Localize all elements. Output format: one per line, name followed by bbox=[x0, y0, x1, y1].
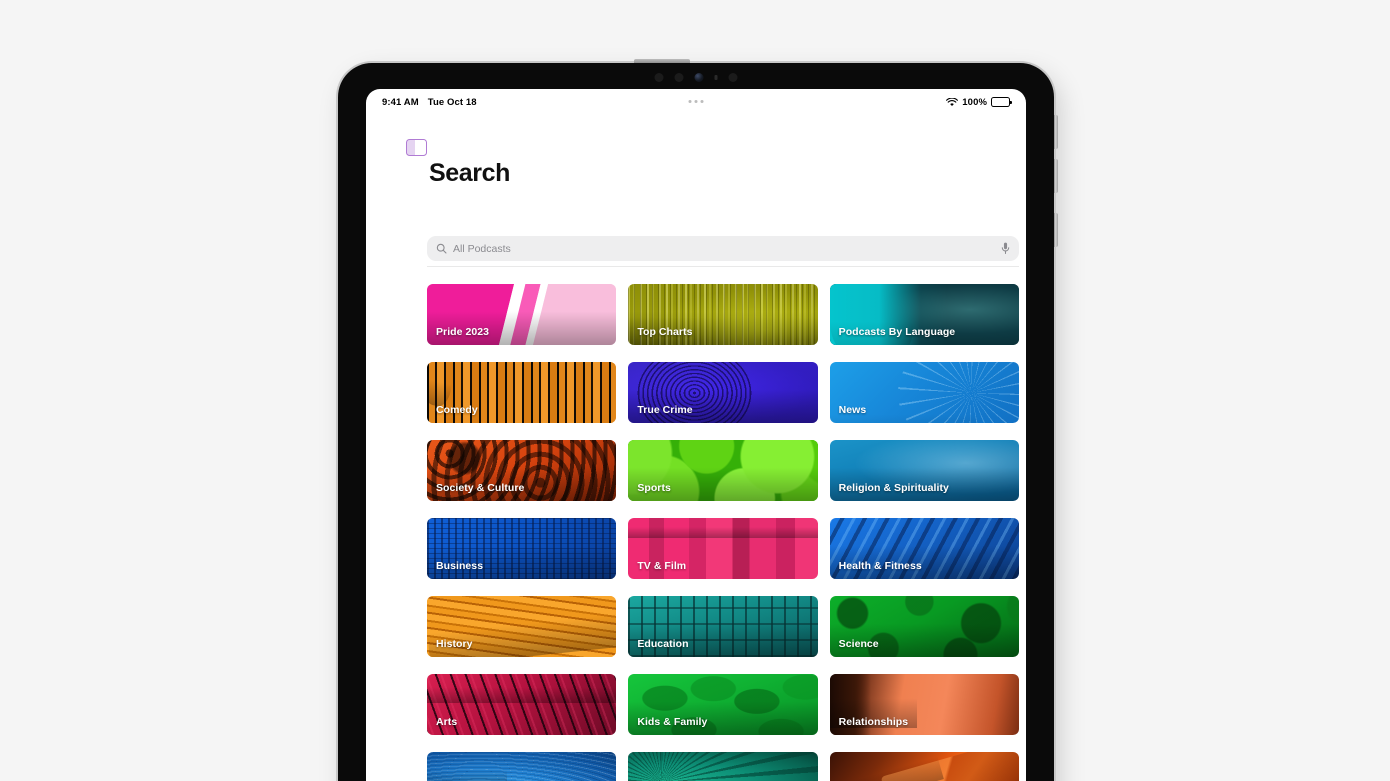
category-tile[interactable]: Kids & Family bbox=[628, 674, 818, 735]
category-tile[interactable]: Top Charts bbox=[628, 284, 818, 345]
category-label: Comedy bbox=[436, 404, 478, 416]
category-label: Health & Fitness bbox=[838, 560, 922, 572]
power-button[interactable] bbox=[634, 59, 690, 63]
category-grid: Pride 2023 Top Charts Podcasts By Language… bbox=[427, 284, 1019, 781]
category-tile[interactable]: Arts bbox=[427, 674, 617, 735]
side-button[interactable] bbox=[1054, 213, 1058, 247]
battery-icon bbox=[991, 97, 1012, 107]
category-label: Religion & Spirituality bbox=[838, 482, 949, 494]
category-artwork bbox=[829, 752, 1019, 781]
multitasking-dots-icon[interactable] bbox=[688, 100, 704, 103]
category-artwork bbox=[628, 752, 818, 781]
tablet-screen: 9:41 AM Tue Oct 18 100% Search All Podca… bbox=[366, 89, 1026, 781]
category-label: Society & Culture bbox=[436, 482, 525, 494]
search-divider bbox=[427, 266, 1019, 267]
sensor-dot-icon bbox=[674, 72, 684, 82]
category-tile[interactable]: Self-Improvement bbox=[628, 752, 818, 781]
category-tile[interactable]: Comedy bbox=[427, 362, 617, 423]
status-date: Tue Oct 18 bbox=[427, 96, 477, 108]
search-icon bbox=[436, 243, 447, 254]
category-tile[interactable]: Sports bbox=[628, 440, 818, 501]
sensor-dot-icon bbox=[728, 72, 738, 82]
category-label: News bbox=[838, 404, 867, 416]
search-placeholder: All Podcasts bbox=[453, 242, 511, 255]
search-input[interactable]: All Podcasts bbox=[427, 236, 1019, 261]
category-label: Education bbox=[637, 638, 689, 650]
category-artwork bbox=[427, 752, 617, 781]
status-time: 9:41 AM bbox=[382, 96, 419, 108]
category-label: Top Charts bbox=[637, 326, 693, 338]
category-tile[interactable]: History bbox=[427, 596, 617, 657]
category-label: Podcasts By Language bbox=[838, 326, 956, 338]
sensor-slit-icon bbox=[714, 74, 718, 80]
category-tile[interactable]: Podcasts By Language bbox=[829, 284, 1019, 345]
handle-dot-icon bbox=[700, 100, 704, 103]
microphone-icon[interactable] bbox=[1001, 242, 1010, 255]
category-tile[interactable]: Religion & Spirituality bbox=[829, 440, 1019, 501]
category-tile[interactable]: Education bbox=[628, 596, 818, 657]
category-tile[interactable]: Health & Fitness bbox=[829, 518, 1019, 579]
category-tile[interactable]: Pride 2023 bbox=[427, 284, 617, 345]
tablet-device-frame: 9:41 AM Tue Oct 18 100% Search All Podca… bbox=[335, 59, 1058, 781]
category-label: Business bbox=[436, 560, 484, 572]
volume-up-button[interactable] bbox=[1054, 115, 1058, 149]
category-tile[interactable]: Mental Health bbox=[427, 752, 617, 781]
category-label: True Crime bbox=[637, 404, 693, 416]
status-bar-right: 100% bbox=[946, 96, 1012, 108]
sidebar-toggle-pane bbox=[407, 140, 415, 155]
category-tile[interactable]: Relationships bbox=[829, 674, 1019, 735]
category-label: Pride 2023 bbox=[436, 326, 490, 338]
category-label: Science bbox=[838, 638, 879, 650]
search-bar: All Podcasts bbox=[427, 236, 1019, 261]
sidebar-toggle-icon[interactable] bbox=[406, 139, 427, 156]
category-tile[interactable]: Personal Journals bbox=[829, 752, 1019, 781]
category-label: Kids & Family bbox=[637, 716, 708, 728]
page-title: Search bbox=[429, 159, 510, 187]
category-tile[interactable]: True Crime bbox=[628, 362, 818, 423]
category-label: TV & Film bbox=[637, 560, 687, 572]
front-camera-icon bbox=[694, 72, 704, 82]
category-tile[interactable]: TV & Film bbox=[628, 518, 818, 579]
battery-percent-label: 100% bbox=[962, 96, 987, 108]
category-tile[interactable]: News bbox=[829, 362, 1019, 423]
status-bar-left: 9:41 AM Tue Oct 18 bbox=[382, 97, 477, 108]
screenshot-root: 9:41 AM Tue Oct 18 100% Search All Podca… bbox=[0, 0, 1390, 781]
category-label: Sports bbox=[637, 482, 671, 494]
sensor-dot-icon bbox=[654, 72, 664, 82]
handle-dot-icon bbox=[694, 100, 698, 103]
category-label: Arts bbox=[436, 716, 458, 728]
category-tile[interactable]: Business bbox=[427, 518, 617, 579]
category-label: Relationships bbox=[838, 716, 909, 728]
category-tile[interactable]: Science bbox=[829, 596, 1019, 657]
volume-down-button[interactable] bbox=[1054, 159, 1058, 193]
category-label: History bbox=[436, 638, 473, 650]
wifi-icon bbox=[946, 97, 959, 106]
front-camera-sensor-array bbox=[654, 71, 738, 83]
handle-dot-icon bbox=[688, 100, 692, 103]
category-tile[interactable]: Society & Culture bbox=[427, 440, 617, 501]
